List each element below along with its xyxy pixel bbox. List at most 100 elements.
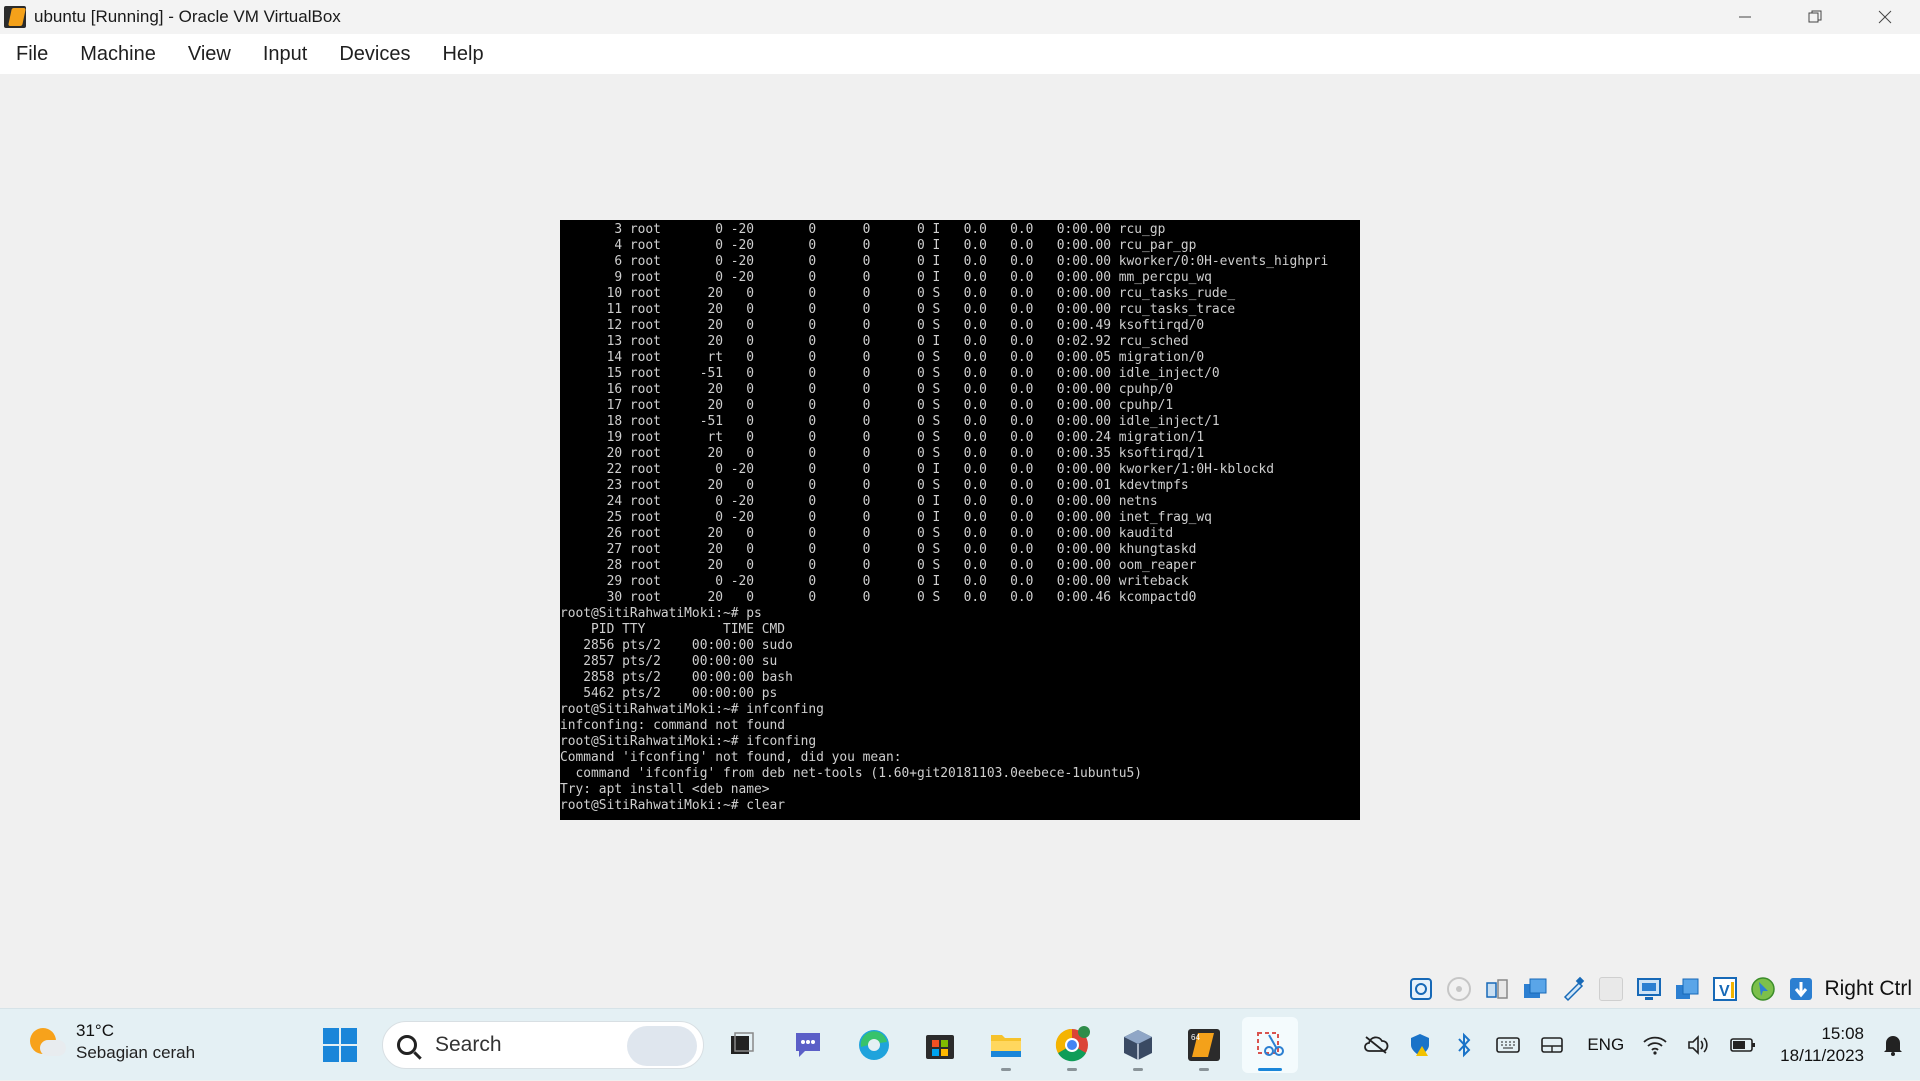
language-indicator[interactable]: ENG [1587,1035,1624,1055]
teams-chat-button[interactable] [780,1017,836,1073]
terminal-line: 10 root 20 0 0 0 0 S 0.0 0.0 0:00.00 rcu… [560,286,1236,301]
edge-icon [859,1030,889,1060]
menu-input[interactable]: Input [263,43,307,66]
bluetooth-icon[interactable] [1447,1028,1481,1062]
terminal-line: 2856 pts/2 00:00:00 sudo [560,638,793,653]
terminal-line: 20 root 20 0 0 0 0 S 0.0 0.0 0:00.35 kso… [560,446,1205,461]
terminal-line: 4 root 0 -20 0 0 0 I 0.0 0.0 0:00.00 rcu… [560,238,1197,253]
terminal-line: 2857 pts/2 00:00:00 su [560,654,778,669]
touch-keyboard-icon[interactable] [1491,1028,1525,1062]
terminal-line: 24 root 0 -20 0 0 0 I 0.0 0.0 0:00.00 ne… [560,494,1158,509]
notification-bell-icon[interactable] [1876,1028,1910,1062]
terminal-line: 22 root 0 -20 0 0 0 I 0.0 0.0 0:00.00 kw… [560,462,1274,477]
chrome-button[interactable] [1044,1017,1100,1073]
terminal-line: command 'ifconfig' from deb net-tools (1… [560,766,1143,781]
taskbar-apps: Search 64 [318,1017,1298,1073]
menu-machine[interactable]: Machine [80,43,156,66]
terminal-line: 12 root 20 0 0 0 0 S 0.0 0.0 0:00.49 kso… [560,318,1205,333]
taskbar: 31°C Sebagian cerah Search 64 ENG 15:08 … [0,1008,1920,1080]
volume-icon[interactable] [1682,1028,1716,1062]
weather-widget[interactable]: 31°C Sebagian cerah [26,1021,195,1063]
system-tray: ENG 15:08 18/11/2023 [1359,1009,1920,1081]
terminal-line: 14 root rt 0 0 0 0 S 0.0 0.0 0:00.05 mig… [560,350,1205,365]
window-title: ubuntu [Running] - Oracle VM VirtualBox [34,7,341,26]
search-label: Search [435,1033,502,1056]
terminal-line: 3 root 0 -20 0 0 0 I 0.0 0.0 0:00.00 rcu… [560,222,1166,237]
terminal-line: root@SitiRahwatiMoki:~# infconfing [560,702,824,717]
onedrive-offline-icon[interactable] [1359,1028,1393,1062]
terminal-line: 13 root 20 0 0 0 0 I 0.0 0.0 0:02.92 rcu… [560,334,1189,349]
terminal-line: 19 root rt 0 0 0 0 S 0.0 0.0 0:00.24 mig… [560,430,1205,445]
menu-devices[interactable]: Devices [339,43,410,66]
guest-additions-icon[interactable]: V [1710,974,1740,1004]
restore-button[interactable] [1780,0,1850,34]
weather-description: Sebagian cerah [76,1043,196,1062]
start-button[interactable] [318,1023,362,1067]
running-indicator [1001,1068,1011,1071]
weather-temperature: 31°C [76,1021,114,1040]
virtualbox-manager-button[interactable] [1110,1017,1166,1073]
wifi-icon[interactable] [1638,1028,1672,1062]
keyboard-capture-icon[interactable] [1786,974,1816,1004]
snipping-tool-button[interactable] [1242,1017,1298,1073]
menu-file[interactable]: File [16,43,48,66]
tablet-mode-icon[interactable] [1535,1028,1569,1062]
running-indicator [1133,1068,1143,1071]
security-warning-icon[interactable] [1403,1028,1437,1062]
file-explorer-icon [991,1035,1021,1057]
taskbar-search[interactable]: Search [382,1021,704,1069]
terminal-line: 28 root 20 0 0 0 0 S 0.0 0.0 0:00.00 oom… [560,558,1197,573]
audio-icon[interactable] [1482,974,1512,1004]
network-icon[interactable] [1520,974,1550,1004]
clock-time: 15:08 [1821,1024,1864,1043]
recording-icon[interactable] [1672,974,1702,1004]
svg-text:64: 64 [1191,1033,1200,1042]
vm-terminal-screen[interactable]: 3 root 0 -20 0 0 0 I 0.0 0.0 0:00.00 rcu… [560,220,1360,820]
system-clock[interactable]: 15:08 18/11/2023 [1780,1024,1864,1066]
terminal-line: Try: apt install <deb name> [560,782,770,797]
edge-button[interactable] [846,1017,902,1073]
virtualbox-vm-button[interactable]: 64 [1176,1017,1232,1073]
file-explorer-button[interactable] [978,1017,1034,1073]
minimize-icon [1739,16,1751,18]
task-view-button[interactable] [714,1017,770,1073]
close-button[interactable] [1850,0,1920,34]
menu-view[interactable]: View [188,43,231,66]
vm-display-area: 3 root 0 -20 0 0 0 I 0.0 0.0 0:00.00 rcu… [0,74,1920,1008]
optical-drive-icon[interactable] [1444,974,1474,1004]
battery-icon[interactable] [1726,1028,1760,1062]
terminal-line: root@SitiRahwatiMoki:~# ps [560,606,762,621]
running-indicator [1199,1068,1209,1071]
mouse-integration-icon[interactable] [1748,974,1778,1004]
terminal-line: 16 root 20 0 0 0 0 S 0.0 0.0 0:00.00 cpu… [560,382,1174,397]
running-indicator [1067,1068,1077,1071]
store-icon [926,1035,954,1059]
terminal-line: 29 root 0 -20 0 0 0 I 0.0 0.0 0:00.00 wr… [560,574,1189,589]
usb-icon[interactable] [1558,974,1588,1004]
terminal-line: 26 root 20 0 0 0 0 S 0.0 0.0 0:00.00 kau… [560,526,1174,541]
shared-folders-icon[interactable] [1596,974,1626,1004]
menu-help[interactable]: Help [442,43,483,66]
terminal-line: 30 root 20 0 0 0 0 S 0.0 0.0 0:00.46 kco… [560,590,1197,605]
display-icon[interactable] [1634,974,1664,1004]
terminal-line: 11 root 20 0 0 0 0 S 0.0 0.0 0:00.00 rcu… [560,302,1236,317]
terminal-line: 5462 pts/2 00:00:00 ps [560,686,778,701]
terminal-line: root@SitiRahwatiMoki:~# ifconfing [560,734,817,749]
virtualbox-cube-icon [1124,1030,1152,1060]
terminal-line: 18 root -51 0 0 0 0 S 0.0 0.0 0:00.00 id… [560,414,1220,429]
store-button[interactable] [912,1017,968,1073]
host-key-label: Right Ctrl [1824,977,1912,1000]
terminal-line: 25 root 0 -20 0 0 0 I 0.0 0.0 0:00.00 in… [560,510,1212,525]
terminal-line: 2858 pts/2 00:00:00 bash [560,670,793,685]
partly-sunny-icon [26,1022,66,1062]
search-icon [397,1035,417,1055]
terminal-line: infconfing: command not found [560,718,786,733]
terminal-line: 15 root -51 0 0 0 0 S 0.0 0.0 0:00.00 id… [560,366,1220,381]
chrome-icon [1055,1026,1090,1062]
hard-disk-icon[interactable] [1406,974,1436,1004]
terminal-line: 9 root 0 -20 0 0 0 I 0.0 0.0 0:00.00 mm_… [560,270,1212,285]
minimize-button[interactable] [1710,0,1780,34]
virtualbox-icon: 64 [1188,1029,1220,1061]
virtualbox-app-icon [4,6,26,28]
vbox-status-bar: V Right Ctrl [1398,970,1920,1008]
